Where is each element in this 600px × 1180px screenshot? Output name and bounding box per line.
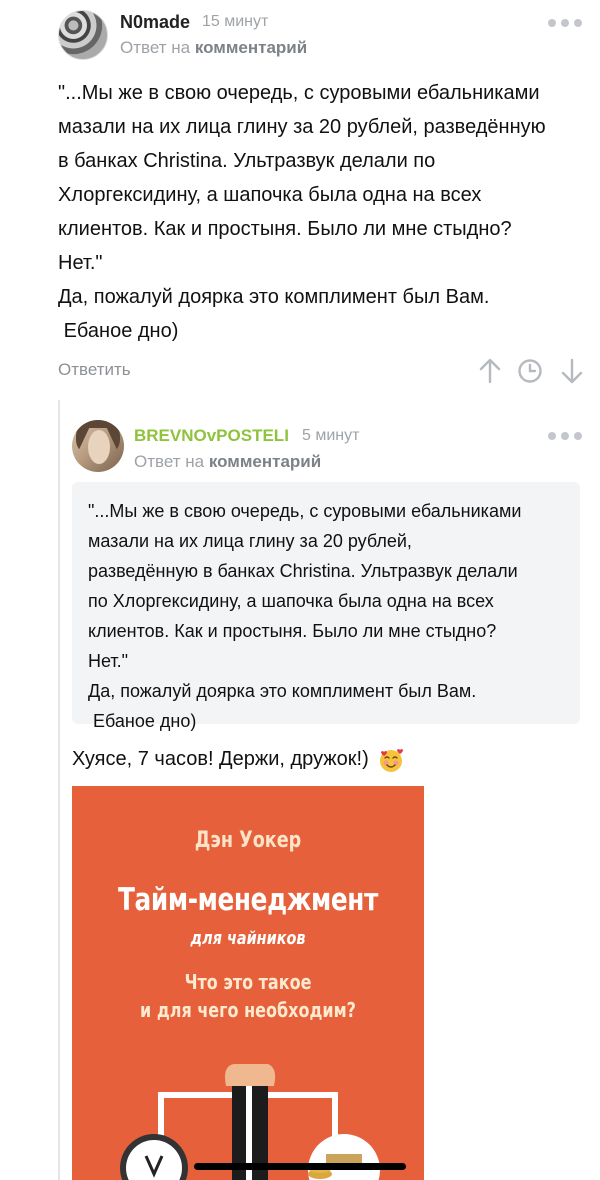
quote-text: "...Мы же в свою очередь, с суровыми еба… [88, 501, 522, 731]
reply-to-line: Ответ на комментарий [134, 452, 321, 472]
book-subtitle: для чайников [190, 928, 306, 949]
quote-block: "...Мы же в свою очередь, с суровыми еба… [72, 482, 580, 731]
smiling-face-with-hearts-icon [380, 748, 404, 772]
comment-author[interactable]: N0made [120, 12, 190, 33]
scales-illustration [120, 1064, 380, 1180]
more-icon[interactable] [548, 18, 582, 28]
comment-author[interactable]: BREVNOvPOSTELI [134, 426, 289, 446]
book-author: Дэн Уокер [194, 828, 302, 853]
more-icon[interactable] [548, 431, 582, 441]
comment-text: "...Мы же в свою очередь, с суровыми еба… [58, 82, 546, 342]
reply-to-prefix: Ответ на [120, 38, 191, 57]
reply-to-prefix: Ответ на [134, 452, 205, 471]
comment-text: Хуясе, 7 часов! Держи, дружок!) [72, 744, 404, 774]
avatar[interactable] [58, 10, 108, 60]
avatar[interactable] [72, 420, 124, 472]
book-cover-image[interactable]: Дэн Уокер Тайм-менеджмент для чайников Ч… [72, 786, 424, 1180]
comment-actions [477, 358, 585, 384]
comment-time: 5 минут [302, 427, 360, 444]
reply-to-line: Ответ на комментарий [120, 38, 307, 58]
comment-text-body: Хуясе, 7 часов! Держи, дружок!) [72, 748, 369, 770]
reply-to-link[interactable]: комментарий [195, 38, 307, 57]
book-question: Что это такое и для чего необходим? [140, 970, 356, 1022]
home-indicator[interactable] [194, 1163, 406, 1170]
clock-icon[interactable] [517, 358, 543, 384]
arrow-down-icon[interactable] [559, 358, 585, 384]
comment-time: 15 минут [202, 13, 269, 30]
book-title: Тайм-менеджмент [118, 882, 378, 918]
reply-button[interactable]: Ответить [58, 360, 131, 380]
arrow-up-icon[interactable] [477, 358, 503, 384]
reply-to-link[interactable]: комментарий [209, 452, 321, 471]
thread-line[interactable] [58, 400, 60, 1180]
